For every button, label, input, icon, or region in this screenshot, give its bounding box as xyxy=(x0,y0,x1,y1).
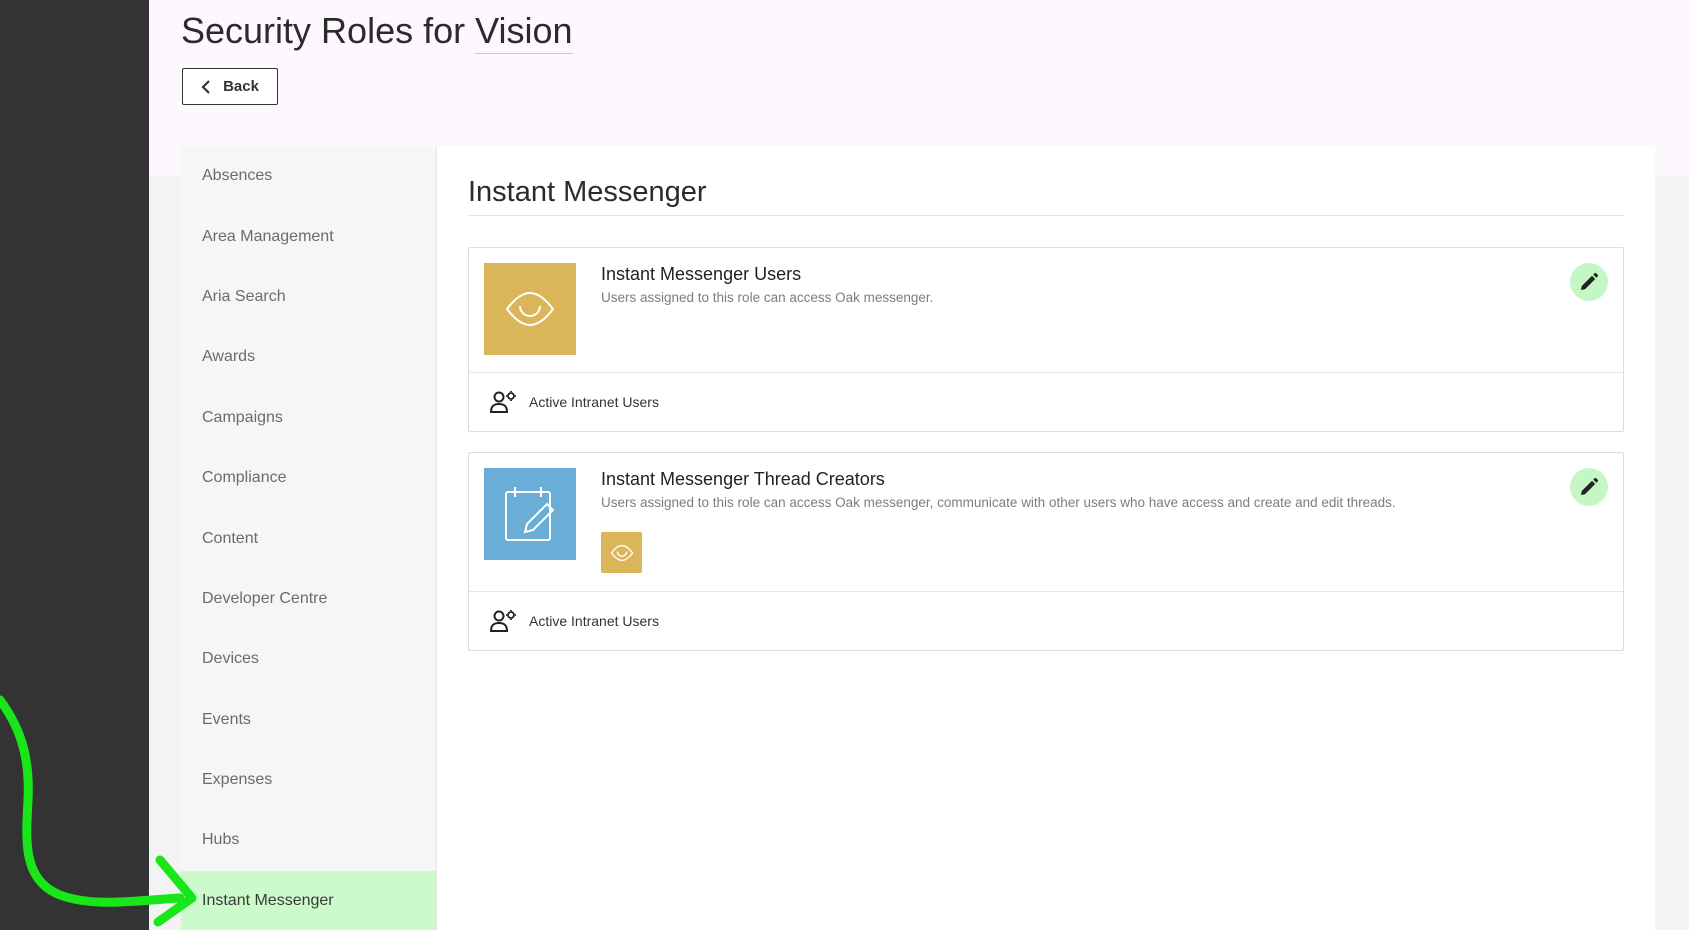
sidebar-item-devices[interactable]: Devices xyxy=(181,629,436,689)
role-description: Users assigned to this role can access O… xyxy=(601,290,934,305)
sidebar-item-aria-search[interactable]: Aria Search xyxy=(181,267,436,327)
pencil-icon xyxy=(1581,477,1599,495)
edit-role-button[interactable] xyxy=(1570,468,1608,506)
inherited-role-tile[interactable] xyxy=(601,532,642,573)
role-tile xyxy=(484,263,576,355)
role-group-label[interactable]: Active Intranet Users xyxy=(529,394,659,410)
eye-icon xyxy=(505,291,555,327)
left-rail xyxy=(0,0,149,930)
sidebar-item-hubs[interactable]: Hubs xyxy=(181,810,436,870)
content-panel: Instant Messenger Instant Messenger User… xyxy=(437,146,1655,930)
sidebar-item-expenses[interactable]: Expenses xyxy=(181,750,436,810)
eye-icon xyxy=(610,544,633,561)
role-group-row: Active Intranet Users xyxy=(469,591,1623,650)
sidebar-item-developer-centre[interactable]: Developer Centre xyxy=(181,569,436,629)
role-card-im-users: Instant Messenger Users Users assigned t… xyxy=(468,247,1624,432)
section-title: Instant Messenger xyxy=(468,176,707,208)
sidebar-item-absences[interactable]: Absences xyxy=(181,146,436,206)
sidebar: Absences Area Management Aria Search Awa… xyxy=(181,146,437,930)
role-group-label[interactable]: Active Intranet Users xyxy=(529,613,659,629)
sidebar-item-campaigns[interactable]: Campaigns xyxy=(181,388,436,448)
page-title-app[interactable]: Vision xyxy=(475,10,573,54)
sidebar-item-awards[interactable]: Awards xyxy=(181,327,436,387)
user-group-settings-icon xyxy=(489,610,516,632)
calendar-edit-icon xyxy=(505,487,555,541)
role-name: Instant Messenger Users xyxy=(601,264,802,284)
sidebar-item-content[interactable]: Content xyxy=(181,508,436,568)
back-button[interactable]: Back xyxy=(182,68,278,105)
sidebar-item-area-management[interactable]: Area Management xyxy=(181,206,436,266)
edit-role-button[interactable] xyxy=(1570,263,1608,301)
sidebar-item-events[interactable]: Events xyxy=(181,690,436,750)
role-tile xyxy=(484,468,576,560)
back-button-label: Back xyxy=(223,78,259,95)
page-title: Security Roles for Vision xyxy=(181,10,573,54)
page-title-prefix: Security Roles for xyxy=(181,10,466,51)
section-divider xyxy=(468,215,1624,216)
role-name: Instant Messenger Thread Creators xyxy=(601,469,885,489)
sidebar-item-compliance[interactable]: Compliance xyxy=(181,448,436,508)
pencil-icon xyxy=(1581,272,1599,290)
user-group-settings-icon xyxy=(489,391,516,413)
sidebar-item-instant-messenger[interactable]: Instant Messenger xyxy=(181,870,436,930)
chevron-left-icon xyxy=(201,79,210,94)
role-group-row: Active Intranet Users xyxy=(469,372,1623,431)
role-description: Users assigned to this role can access O… xyxy=(601,495,1396,510)
main-area: Security Roles for Vision Back Absences … xyxy=(149,0,1689,930)
role-card-im-thread-creators: Instant Messenger Thread Creators Users … xyxy=(468,452,1624,651)
